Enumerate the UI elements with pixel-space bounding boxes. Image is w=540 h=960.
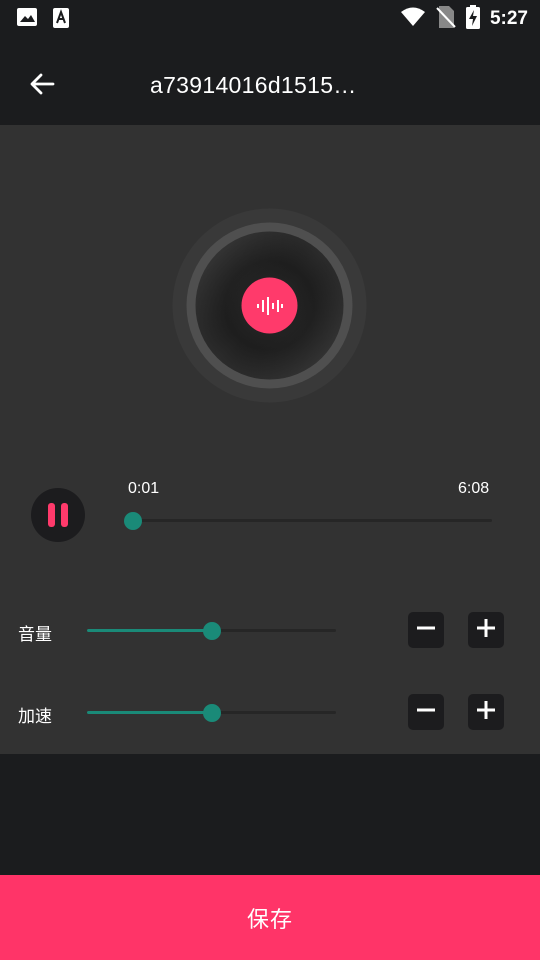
speed-minus-button[interactable] [408, 694, 444, 730]
arrow-left-icon [29, 72, 55, 100]
total-time: 6:08 [458, 480, 490, 497]
progress-thumb[interactable] [124, 511, 143, 530]
save-label: 保存 [246, 907, 293, 933]
page-title: a73914016d1515… [150, 72, 357, 98]
plus-icon [477, 701, 495, 723]
volume-thumb[interactable] [202, 621, 221, 640]
status-bar-right: 5:27 [400, 5, 528, 33]
image-icon [16, 7, 38, 33]
volume-label: 音量 [18, 625, 52, 645]
wifi-icon [400, 7, 426, 31]
speed-slider[interactable] [87, 703, 336, 722]
status-bar-left [16, 7, 70, 33]
app-bar: a73914016d1515… [0, 36, 540, 125]
progress-slider[interactable] [124, 511, 492, 530]
speed-thumb[interactable] [202, 703, 221, 722]
speed-label: 加速 [18, 707, 52, 727]
no-sim-icon [436, 5, 456, 33]
minus-icon [417, 619, 435, 641]
battery-charging-icon [465, 5, 480, 33]
status-bar: 5:27 [0, 0, 540, 36]
minus-icon [417, 701, 435, 723]
pause-icon [45, 503, 71, 527]
back-button[interactable] [20, 64, 64, 108]
text-a-icon [52, 7, 70, 33]
volume-fill [87, 629, 212, 632]
volume-minus-button[interactable] [408, 612, 444, 648]
pause-button[interactable] [31, 488, 85, 542]
volume-slider[interactable] [87, 621, 336, 640]
speed-plus-button[interactable] [468, 694, 504, 730]
speed-fill [87, 711, 212, 714]
vinyl-disc [172, 208, 367, 403]
plus-icon [477, 619, 495, 641]
status-time: 5:27 [489, 8, 528, 29]
current-time: 0:01 [128, 480, 160, 497]
audio-wave-icon [256, 297, 284, 319]
player-panel: 0:01 6:08 音量 加速 [0, 125, 540, 754]
volume-plus-button[interactable] [468, 612, 504, 648]
save-button[interactable]: 保存 [0, 875, 540, 960]
